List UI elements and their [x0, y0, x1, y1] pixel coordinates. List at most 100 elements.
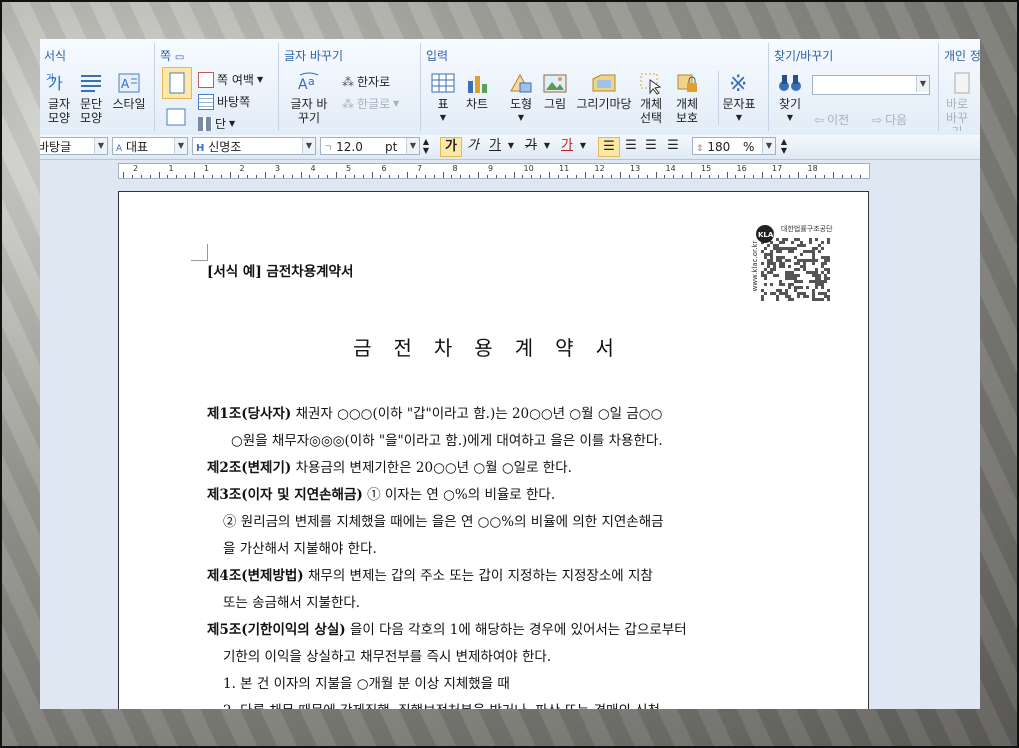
align-justify-button[interactable]: ☰	[598, 137, 620, 157]
qr-cell	[806, 271, 809, 274]
style-select[interactable]: 바탕글 ▼	[40, 137, 108, 155]
ruler-tick	[291, 175, 293, 178]
document-paragraph: 1. 본 건 이자의 지불을 ○개월 분 이상 지체했을 때	[223, 672, 510, 692]
chevron-down-icon[interactable]: ▼	[578, 137, 588, 155]
qr-cell	[824, 256, 827, 259]
italic-button[interactable]: 가	[464, 137, 482, 155]
char-shape-button[interactable]: 가가 글자 모양	[44, 71, 74, 125]
page-margin-button[interactable]: 쪽 여백 ▼	[198, 71, 263, 88]
char-replace-button[interactable]: Aa 글자 바꾸기	[288, 71, 330, 125]
align-center-button[interactable]: ☰	[642, 137, 660, 155]
line-spacing-input[interactable]: ⇕ 180 % ▼	[692, 137, 776, 155]
object-select-button[interactable]: 개체 선택	[634, 71, 668, 125]
font-size-spinner[interactable]: ▲ ▼	[420, 137, 432, 155]
qr-cell	[761, 262, 764, 265]
font-size-input[interactable]: ㄱ 12.0 pt ▼	[320, 137, 420, 155]
document-paragraph: 제4조(변제방법) 채무의 변제는 갑의 주소 또는 갑이 지정하는 지정장소에…	[207, 564, 653, 584]
qr-cell	[773, 274, 776, 277]
shape-label: 도형	[509, 97, 533, 111]
find-button[interactable]: 찾기 ▼	[772, 71, 808, 125]
qr-cell	[824, 280, 827, 283]
qr-cell	[785, 259, 788, 262]
font-select[interactable]: H 신명조 ▼	[192, 137, 316, 155]
font-color-button[interactable]: 가	[558, 137, 576, 155]
language-icon: A	[116, 144, 123, 154]
align-right-button[interactable]: ☰	[664, 137, 682, 155]
ruler-number: 10	[523, 164, 534, 173]
object-protect-button[interactable]: 개체 보호	[670, 71, 704, 125]
ruler-tick	[371, 172, 373, 178]
qr-cell	[767, 265, 770, 268]
qr-caption: 대한법률구조공단	[781, 225, 833, 233]
table-button[interactable]: 표 ▼	[426, 71, 460, 125]
drawing-button[interactable]: 그리기마당	[574, 71, 634, 111]
hangul-button[interactable]: ⁂ 한글로 ▼	[342, 95, 399, 112]
qr-cell	[764, 292, 767, 295]
quick-replace-button[interactable]: 바로 바꾸기	[942, 71, 980, 131]
picture-button[interactable]: 그림	[538, 71, 572, 111]
document-area[interactable]: KLAC 대한법률구조공단 www.klac.or.kr [서식 예] 금전차용…	[40, 181, 980, 709]
chevron-down-icon[interactable]: ▼	[506, 137, 516, 155]
qr-cell	[815, 259, 818, 262]
lock-icon	[677, 74, 697, 92]
qr-cell	[764, 274, 767, 277]
strike-button[interactable]: 가	[522, 137, 540, 155]
chevron-down-icon[interactable]: ▼	[406, 138, 419, 154]
qr-cell	[794, 280, 797, 283]
chevron-down-icon[interactable]: ▼	[916, 76, 929, 92]
find-prev-label: 이전	[827, 113, 850, 127]
align-left-button[interactable]: ☰	[622, 137, 640, 155]
ruler-tick	[602, 175, 604, 178]
qr-cell	[785, 247, 788, 250]
ruler-tick	[247, 175, 249, 178]
qr-cell	[815, 283, 818, 286]
find-next-button[interactable]: ⇨ 다음	[872, 111, 907, 128]
underline-button[interactable]: 가	[486, 137, 504, 155]
horizontal-ruler[interactable]: 2 1 1 2 3 4 5 6 7 8 9 10 11 12 13 14 15 16 17 18	[118, 163, 870, 179]
ruler-tick	[327, 175, 329, 178]
style-button[interactable]: A 스타일	[110, 71, 148, 111]
shape-button[interactable]: 도형 ▼	[504, 71, 538, 125]
para-shape-button[interactable]: 문단 모양	[76, 71, 106, 125]
qr-cell	[767, 259, 770, 262]
page-button[interactable]	[162, 67, 192, 99]
qr-url: www.klac.or.kr	[751, 240, 759, 292]
font-select-value: 신명조	[208, 140, 242, 154]
qr-cell	[788, 271, 791, 274]
chevron-down-icon: ▼	[517, 113, 525, 122]
language-select[interactable]: A 대표 ▼	[112, 137, 188, 155]
qr-cell	[776, 250, 779, 253]
article-heading: 제2조(변제기)	[207, 460, 292, 476]
qr-cell	[770, 268, 773, 271]
document-paragraph: 을 가산해서 지불해야 한다.	[223, 537, 377, 557]
page-setup-button[interactable]	[162, 105, 190, 131]
document-page[interactable]: KLAC 대한법률구조공단 www.klac.or.kr [서식 예] 금전차용…	[118, 191, 869, 709]
line-spacing-spinner[interactable]: ▲ ▼	[778, 137, 790, 155]
chart-button[interactable]: 차트	[460, 71, 494, 111]
master-page-button[interactable]: 바탕쪽	[198, 93, 250, 110]
qr-cell	[803, 265, 806, 268]
ruler-tick	[229, 172, 231, 178]
ruler-number: 14	[665, 164, 676, 173]
symbol-button[interactable]: ※ 문자표 ▼	[718, 71, 759, 125]
find-search-input[interactable]: ▼	[812, 75, 930, 95]
qr-cell	[818, 277, 821, 280]
chevron-down-icon[interactable]: ▼	[174, 138, 187, 154]
columns-button[interactable]: 단 ▼	[198, 115, 235, 132]
chevron-down-icon[interactable]: ▼	[542, 137, 552, 155]
paragraph-text: ① 이자는 연 ○%의 비율로 한다.	[362, 487, 556, 503]
svg-text:※: ※	[729, 72, 747, 95]
arrow-left-icon: ⇦	[814, 112, 825, 127]
qr-cell	[821, 280, 824, 283]
ruler-number: 3	[275, 164, 281, 173]
bold-button[interactable]: 가	[440, 137, 462, 157]
chevron-down-icon[interactable]: ▼	[762, 138, 775, 154]
master-page-icon	[198, 93, 214, 110]
chevron-down-icon[interactable]: ▼	[94, 138, 107, 154]
hanja-button[interactable]: ⁂ 한자로	[342, 73, 390, 90]
qr-cell	[797, 268, 800, 271]
hanja-icon: ⁂	[342, 74, 354, 89]
chevron-down-icon[interactable]: ▼	[302, 138, 315, 154]
find-prev-button[interactable]: ⇦ 이전	[814, 111, 849, 128]
font-size-value: 12.0	[336, 140, 363, 154]
